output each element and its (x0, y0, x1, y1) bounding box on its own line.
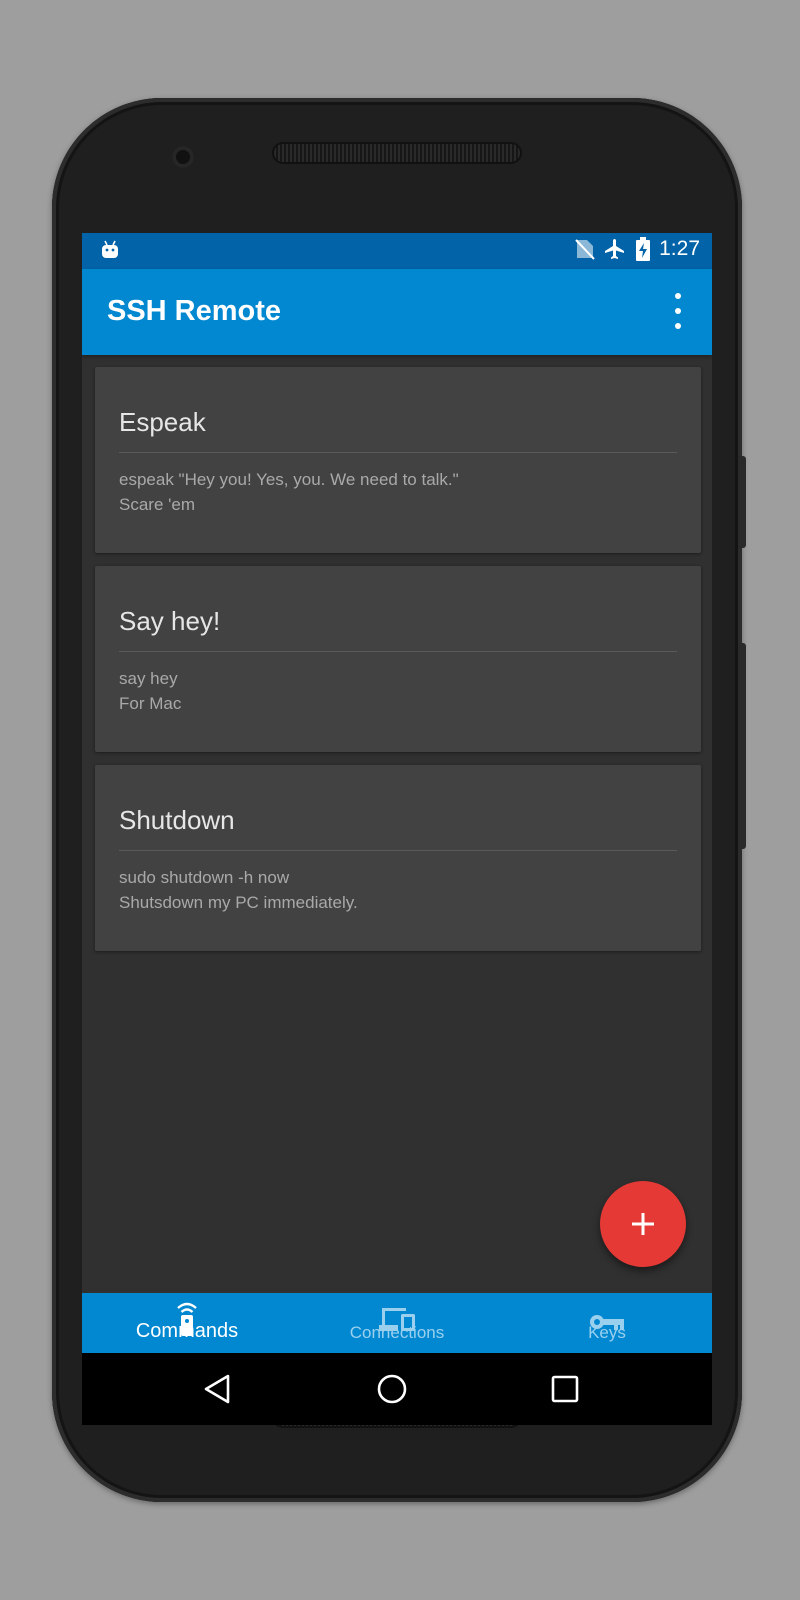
command-card[interactable]: Shutdown sudo shutdown -h now Shutsdown … (95, 765, 701, 951)
front-camera (172, 146, 194, 168)
card-divider (119, 850, 677, 851)
screen: 1:27 SSH Remote Espeak espeak "Hey you! … (82, 233, 712, 1353)
battery-charging-icon (636, 237, 651, 261)
nav-item-keys[interactable]: Keys (502, 1293, 712, 1353)
nav-label-keys: Keys (588, 1323, 626, 1342)
back-icon[interactable] (202, 1373, 232, 1405)
home-icon[interactable] (376, 1373, 408, 1405)
android-debug-icon (102, 240, 118, 258)
recents-icon[interactable] (550, 1374, 580, 1404)
command-card[interactable]: Say hey! say hey For Mac (95, 566, 701, 752)
command-description: For Mac (119, 694, 182, 713)
add-icon (632, 1213, 654, 1235)
status-time: 1:27 (659, 237, 700, 260)
power-button (738, 456, 746, 548)
volume-button (738, 643, 746, 849)
system-navigation-bar (82, 1353, 712, 1425)
command-title: Espeak (119, 407, 206, 437)
app-bar: SSH Remote (82, 269, 712, 355)
command-card[interactable]: Espeak espeak "Hey you! Yes, you. We nee… (95, 367, 701, 553)
card-divider (119, 452, 677, 453)
command-description: Scare 'em (119, 495, 195, 514)
more-vert-icon[interactable] (666, 293, 690, 329)
command-text: say hey (119, 669, 178, 688)
nav-label-connections: Connections (349, 1323, 445, 1342)
no-sim-icon (575, 239, 595, 260)
status-bar: 1:27 (82, 233, 712, 269)
nav-item-connections[interactable]: Connections (292, 1293, 502, 1353)
command-list: Espeak espeak "Hey you! Yes, you. We nee… (95, 367, 701, 964)
nav-item-commands[interactable]: Commands (82, 1293, 292, 1353)
top-speaker (272, 142, 522, 164)
command-description: Shutsdown my PC immediately. (119, 893, 358, 912)
card-divider (119, 651, 677, 652)
airplane-mode-icon (605, 239, 625, 259)
phone-frame: 1:27 SSH Remote Espeak espeak "Hey you! … (52, 98, 746, 1502)
command-title: Say hey! (119, 606, 221, 636)
command-text: espeak "Hey you! Yes, you. We need to ta… (119, 470, 459, 489)
add-command-button[interactable] (600, 1181, 686, 1267)
nav-label-commands: Commands (135, 1320, 239, 1342)
command-title: Shutdown (119, 805, 235, 835)
app-title: SSH Remote (107, 295, 282, 327)
bottom-navigation: Commands Connections Keys (82, 1293, 712, 1353)
command-text: sudo shutdown -h now (119, 868, 290, 887)
